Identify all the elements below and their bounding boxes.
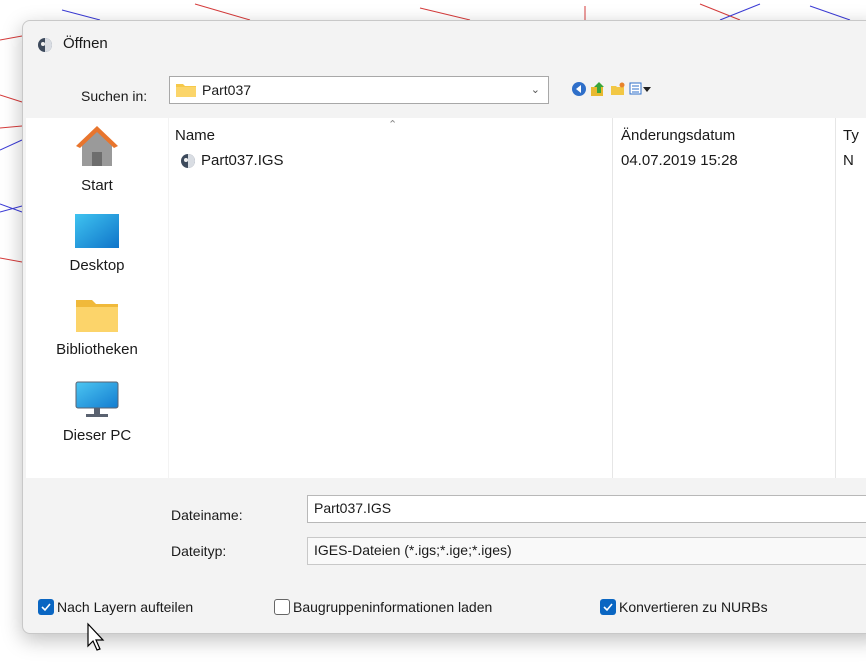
place-this-pc[interactable]: Dieser PC	[26, 380, 168, 444]
chevron-down-icon: ⌄	[530, 84, 540, 96]
mouse-cursor-icon	[87, 622, 105, 651]
place-label: Desktop	[69, 257, 125, 274]
place-label: Bibliotheken	[56, 341, 138, 358]
load-assembly-info-checkbox[interactable]: Baugruppeninformationen laden	[274, 597, 492, 617]
column-separator	[835, 118, 836, 478]
home-icon	[76, 126, 118, 166]
app-icon	[38, 38, 52, 52]
view-menu-icon[interactable]	[629, 81, 653, 97]
folder-icon	[76, 300, 118, 332]
filetype-label: Dateityp:	[171, 543, 227, 559]
column-separator	[612, 118, 613, 478]
look-in-combobox[interactable]: Part037 ⌄	[169, 76, 549, 104]
filename-label: Dateiname:	[171, 507, 243, 523]
column-header-name[interactable]: Name	[175, 127, 215, 144]
back-icon[interactable]	[571, 81, 587, 97]
filetype-select[interactable]: IGES-Dateien (*.igs;*.ige;*.iges)	[307, 537, 866, 565]
file-name: Part037.IGS	[201, 152, 284, 169]
title-bar[interactable]: Öffnen	[23, 21, 866, 67]
checkbox-label: Baugruppeninformationen laden	[293, 599, 493, 615]
file-row[interactable]: Part037.IGS 04.07.2019 15:28 N	[169, 150, 866, 172]
monitor-icon	[75, 381, 119, 417]
place-label: Dieser PC	[62, 427, 132, 444]
file-list[interactable]: ⌃ Name Änderungsdatum Ty Part037.IGS 04.…	[169, 118, 866, 478]
place-libraries[interactable]: Bibliotheken	[26, 296, 168, 358]
place-desktop[interactable]: Desktop	[26, 212, 168, 274]
place-label: Start	[81, 177, 113, 194]
places-bar: Start Desktop Bibliotheken Dieser PC	[26, 118, 168, 478]
place-start[interactable]: Start	[26, 124, 168, 194]
split-by-layers-checkbox[interactable]: Nach Layern aufteilen	[38, 597, 193, 617]
filename-input[interactable]: Part037.IGS	[307, 495, 866, 523]
file-date: 04.07.2019 15:28	[621, 152, 738, 169]
file-type: N	[843, 152, 854, 169]
desktop-icon	[75, 214, 119, 248]
checkbox-checked-icon	[600, 599, 616, 615]
sort-ascending-icon: ⌃	[388, 119, 398, 131]
iges-file-icon	[181, 154, 195, 168]
column-header-type[interactable]: Ty	[843, 127, 859, 144]
checkbox-unchecked-icon	[274, 599, 290, 615]
column-header-date[interactable]: Änderungsdatum	[621, 127, 735, 144]
checkbox-label: Nach Layern aufteilen	[57, 599, 194, 615]
dialog-title: Öffnen	[63, 35, 108, 52]
checkbox-label: Konvertieren zu NURBs	[619, 599, 768, 615]
look-in-value: Part037	[202, 82, 252, 98]
convert-to-nurbs-checkbox[interactable]: Konvertieren zu NURBs	[600, 597, 768, 617]
new-folder-icon[interactable]	[610, 81, 626, 97]
open-dialog: Öffnen Suchen in: Part037 ⌄ Start Deskto…	[22, 20, 866, 634]
folder-icon	[176, 84, 196, 97]
checkbox-checked-icon	[38, 599, 54, 615]
look-in-label: Suchen in:	[81, 88, 148, 104]
up-folder-icon[interactable]	[590, 81, 606, 97]
